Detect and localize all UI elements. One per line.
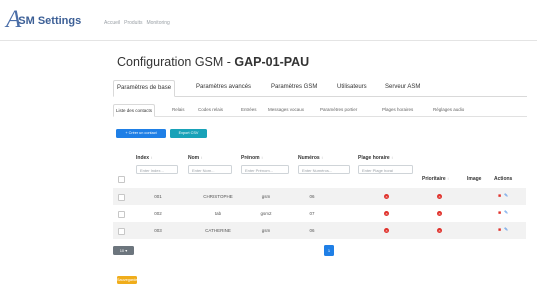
sort-icon: ↕ — [321, 155, 324, 160]
main-tabs: Paramètres de base Paramètres avancés Pa… — [113, 80, 527, 97]
subtab-parametres-portier[interactable]: Paramètres portier — [318, 104, 359, 115]
nav-item-accueil[interactable]: Accueil — [104, 20, 120, 26]
cell-prenom: gsm — [261, 194, 271, 199]
tab-parametres-gsm[interactable]: Paramètres GSM — [268, 80, 320, 95]
subtab-reglages-audio[interactable]: Réglages audio — [431, 104, 466, 115]
header-index[interactable]: Index ↕ — [136, 155, 152, 161]
prioritaire-cross-icon: × — [437, 228, 442, 233]
pagination-page-1[interactable]: 1 — [324, 245, 334, 256]
plage-horaire-cross-icon: × — [384, 194, 389, 199]
select-all-checkbox[interactable] — [118, 176, 125, 183]
subtab-plages-horaires[interactable]: Plages horaires — [380, 104, 415, 115]
edit-icon[interactable]: ✎ — [504, 193, 508, 199]
delete-icon[interactable]: ■ — [498, 227, 501, 233]
plage-horaire-cross-icon: × — [384, 211, 389, 216]
tab-parametres-de-base[interactable]: Paramètres de base — [113, 80, 176, 97]
tab-serveur-asm[interactable]: Serveur ASM — [382, 80, 423, 95]
sort-icon: ↕ — [200, 155, 203, 160]
save-button[interactable]: Sauvegarder — [117, 276, 139, 284]
cell-index: 001 — [154, 194, 162, 199]
header-nom-label: Nom — [188, 155, 200, 161]
device-name: GAP-01-PAU — [234, 55, 310, 69]
header-numeros-label: Numéros — [298, 155, 320, 161]
header-image: Image — [467, 176, 482, 182]
subtab-messages-vocaux[interactable]: Messages vocaux — [266, 104, 306, 115]
edit-icon[interactable]: ✎ — [504, 210, 508, 216]
cell-nom: CHRISTOPHE — [203, 194, 233, 199]
header-prenom[interactable]: Prénom ↕ — [241, 155, 263, 161]
logo-text: SM Settings — [18, 15, 82, 27]
filter-numeros-input[interactable]: Enter Numéros... — [298, 165, 350, 174]
page-title: Configuration GSM - GAP-01-PAU — [117, 55, 309, 69]
plage-horaire-cross-icon: × — [384, 228, 389, 233]
table-row[interactable]: 001 CHRISTOPHE gsm 06 × × ■ ✎ — [113, 188, 526, 205]
subtab-liste-des-contacts[interactable]: Liste des contacts — [113, 104, 156, 117]
edit-icon[interactable]: ✎ — [504, 227, 508, 233]
filter-index-input[interactable]: Enter Index... — [136, 165, 178, 174]
prioritaire-cross-icon: × — [437, 194, 442, 199]
header-plage-horaire[interactable]: Plage horaire ↕ — [358, 155, 393, 161]
page-title-prefix: Configuration GSM - — [117, 55, 235, 69]
nav-item-monitoring[interactable]: Monitoring — [146, 20, 169, 26]
cell-numeros: 06 — [309, 228, 315, 233]
sort-icon: ↕ — [150, 155, 153, 160]
main-nav: Accueil Produits Monitoring — [104, 20, 170, 26]
nav-item-produits[interactable]: Produits — [124, 20, 142, 26]
header-plage-horaire-label: Plage horaire — [358, 155, 390, 161]
subtab-relais[interactable]: Relais — [170, 104, 187, 115]
row-checkbox[interactable] — [118, 194, 125, 201]
cell-index: 003 — [154, 228, 162, 233]
sub-tabs: Liste des contacts Relais Codes relais E… — [113, 104, 527, 117]
tab-utilisateurs[interactable]: Utilisateurs — [334, 80, 370, 95]
cell-numeros: 06 — [309, 194, 315, 199]
header-actions: Actions — [494, 176, 513, 182]
delete-icon[interactable]: ■ — [498, 193, 501, 199]
cell-numeros: 07 — [309, 211, 315, 216]
app-logo[interactable]: A SM Settings — [6, 7, 82, 32]
header-prenom-label: Prénom — [241, 155, 260, 161]
filter-prenom-input[interactable]: Enter Prénom... — [241, 165, 289, 174]
create-contact-button[interactable]: + Créer un contact — [116, 129, 166, 138]
table-row[interactable]: 002 tab gsm2 07 × × ■ ✎ — [113, 205, 526, 222]
page-size-select[interactable]: 10 ▾ — [113, 246, 134, 255]
row-checkbox[interactable] — [118, 228, 125, 235]
table-row[interactable]: 003 CATHERINE gsm 06 × × ■ ✎ — [113, 222, 526, 239]
cell-nom: CATHERINE — [205, 228, 231, 233]
tab-parametres-avances[interactable]: Paramètres avancés — [193, 80, 254, 95]
cell-prenom: gsm — [261, 228, 271, 233]
export-csv-button[interactable]: Export CSV — [170, 129, 207, 138]
delete-icon[interactable]: ■ — [498, 210, 501, 216]
cell-index: 002 — [154, 211, 162, 216]
header-numeros[interactable]: Numéros ↕ — [298, 155, 323, 161]
top-navbar: A SM Settings Accueil Produits Monitorin… — [0, 0, 537, 41]
header-prioritaire-label: Prioritaire — [422, 176, 446, 182]
sort-icon: ↕ — [261, 155, 264, 160]
filter-plage-horaire-input[interactable]: Enter Plage horai — [358, 165, 413, 174]
row-checkbox[interactable] — [118, 211, 125, 218]
cell-prenom: gsm2 — [260, 211, 272, 216]
sort-icon: ↕ — [391, 155, 394, 160]
header-nom[interactable]: Nom ↕ — [188, 155, 203, 161]
prioritaire-cross-icon: × — [437, 211, 442, 216]
filter-nom-input[interactable]: Enter Nom... — [188, 165, 232, 174]
sort-icon: ↕ — [447, 176, 450, 181]
header-index-label: Index — [136, 155, 150, 161]
header-prioritaire[interactable]: Prioritaire ↕ — [422, 176, 449, 182]
subtab-codes-relais[interactable]: Codes relais — [196, 104, 225, 115]
cell-nom: tab — [214, 211, 222, 216]
subtab-entrees[interactable]: Entrées — [239, 104, 259, 115]
